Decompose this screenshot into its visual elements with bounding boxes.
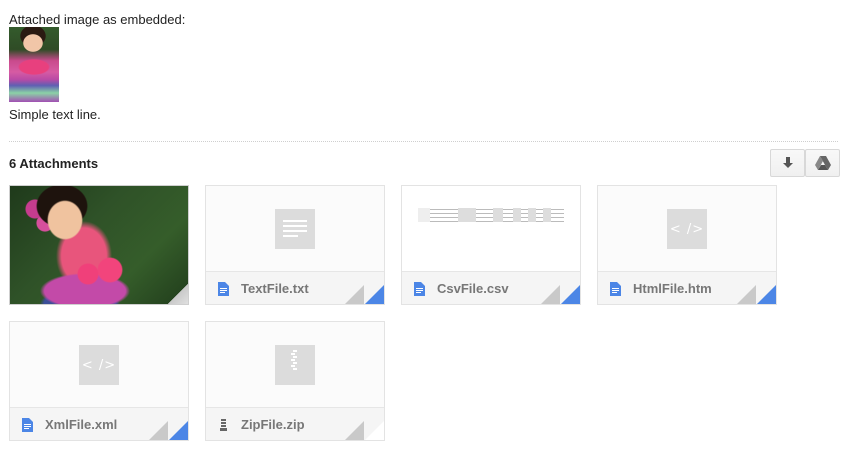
attachment-thumbnail: < /> (10, 322, 188, 407)
document-icon (22, 418, 33, 432)
embedded-image (9, 27, 59, 102)
download-all-button[interactable] (770, 149, 805, 177)
simple-text-line: Simple text line. (9, 107, 101, 122)
text-file-icon (275, 209, 315, 249)
card-corner-shadow (540, 285, 560, 304)
attachment-thumbnail (402, 186, 580, 271)
card-corner-shadow (344, 285, 364, 304)
attachment-footer: CsvFile.csv (402, 271, 580, 304)
document-icon (610, 282, 621, 296)
card-corner-shadow (168, 284, 188, 304)
attachment-card-htmlfile[interactable]: < /> HtmlFile.htm (597, 185, 777, 305)
download-icon (782, 157, 793, 168)
attachment-thumbnail (206, 186, 384, 271)
csv-preview (418, 206, 564, 226)
code-file-icon: < /> (79, 345, 119, 385)
attachment-footer: TextFile.txt (206, 271, 384, 304)
attachment-thumbnail (206, 322, 384, 407)
code-glyph: < /> (81, 357, 117, 373)
attachment-filename: XmlFile.xml (45, 417, 118, 432)
document-icon (218, 282, 229, 296)
attachment-footer: HtmlFile.htm (598, 271, 776, 304)
card-corner-fold (364, 285, 384, 304)
attachment-filename: CsvFile.csv (437, 281, 509, 296)
attachment-card-image[interactable] (9, 185, 189, 305)
zip-file-icon (275, 345, 315, 385)
embedded-label: Attached image as embedded: (9, 12, 186, 27)
attachment-filename: ZipFile.zip (241, 417, 305, 432)
card-corner-fold (756, 285, 776, 304)
card-corner-shadow (736, 285, 756, 304)
attachment-filename: HtmlFile.htm (633, 281, 712, 296)
attachment-card-textfile[interactable]: TextFile.txt (205, 185, 385, 305)
zip-icon (220, 419, 227, 431)
card-corner-shadow (148, 421, 168, 440)
card-corner-shadow (344, 421, 364, 440)
attachment-filename: TextFile.txt (241, 281, 309, 296)
save-to-drive-button[interactable] (805, 149, 840, 177)
attachments-divider (9, 141, 838, 142)
attachment-card-zipfile[interactable]: ZipFile.zip (205, 321, 385, 441)
code-glyph: < /> (669, 221, 705, 237)
google-drive-icon (814, 156, 831, 170)
attachment-count: 6 Attachments (9, 156, 99, 171)
document-icon (414, 282, 425, 296)
attachment-card-xmlfile[interactable]: < /> XmlFile.xml (9, 321, 189, 441)
card-corner-fold (560, 285, 580, 304)
attachment-footer: ZipFile.zip (206, 407, 384, 440)
attachment-thumbnail: < /> (598, 186, 776, 271)
code-file-icon: < /> (667, 209, 707, 249)
card-corner-fold (364, 421, 384, 440)
attachment-footer: XmlFile.xml (10, 407, 188, 440)
image-thumbnail (10, 186, 188, 304)
card-corner-fold (168, 421, 188, 440)
attachment-card-csvfile[interactable]: CsvFile.csv (401, 185, 581, 305)
